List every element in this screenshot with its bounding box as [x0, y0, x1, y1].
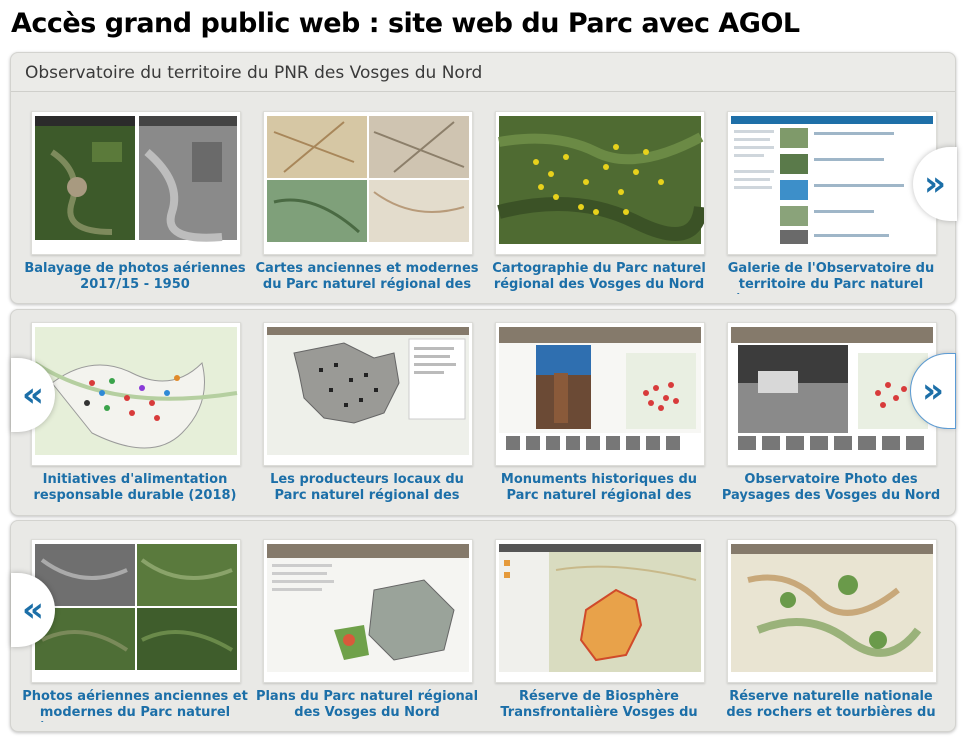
old-maps-image	[264, 112, 472, 254]
biosphere-map-image	[496, 540, 704, 682]
card-thumbnail[interactable]	[727, 539, 937, 683]
card-thumbnail[interactable]	[263, 111, 473, 255]
card-title[interactable]: Monuments historiques du Parc naturel ré…	[485, 472, 713, 505]
story-gallery-app: Observatoire du territoire du PNR des Vo…	[10, 52, 957, 304]
card-thumbnail[interactable]	[727, 322, 937, 466]
gallery-row: Photos aériennes anciennes et modernes d…	[10, 520, 956, 732]
app-header-title: Observatoire du territoire du PNR des Vo…	[25, 63, 483, 83]
card-thumbnail[interactable]	[263, 539, 473, 683]
monuments-map-image	[496, 323, 704, 465]
card-thumbnail[interactable]	[31, 539, 241, 683]
nature-reserve-map-image	[728, 540, 936, 682]
card-title[interactable]: Réserve naturelle nationale des rochers …	[717, 689, 945, 722]
app-header: Observatoire du territoire du PNR des Vo…	[11, 53, 955, 92]
card-title[interactable]: Cartographie du Parc naturel régional de…	[485, 261, 713, 294]
card-thumbnail[interactable]	[495, 111, 705, 255]
aerial-photo-compare-image	[32, 112, 240, 254]
park-plans-image	[264, 540, 472, 682]
card-title[interactable]: Initiatives d'alimentation responsable d…	[21, 472, 249, 505]
card-thumbnail[interactable]	[263, 322, 473, 466]
gallery-row: Initiatives d'alimentation responsable d…	[10, 309, 956, 516]
card-title[interactable]: Galerie de l'Observatoire du territoire …	[717, 261, 945, 294]
card-title[interactable]: Plans du Parc naturel régional des Vosge…	[253, 689, 481, 722]
card-title[interactable]: Photos aériennes anciennes et modernes d…	[21, 689, 249, 722]
producers-map-image	[264, 323, 472, 465]
card-title[interactable]: Observatoire Photo des Paysages des Vosg…	[717, 472, 945, 505]
photo-observatory-image	[728, 323, 936, 465]
aerial-grid-image	[32, 540, 240, 682]
gallery-page-image	[728, 112, 936, 254]
card-title[interactable]: Les producteurs locaux du Parc naturel r…	[253, 472, 481, 505]
card-thumbnail[interactable]	[495, 322, 705, 466]
card-title[interactable]: Balayage de photos aériennes 2017/15 - 1…	[21, 261, 249, 294]
card-thumbnail[interactable]	[31, 111, 241, 255]
card-thumbnail[interactable]	[727, 111, 937, 255]
pins-map-image	[32, 323, 240, 465]
page-title: Accès grand public web : site web du Par…	[11, 8, 800, 39]
card-title[interactable]: Cartes anciennes et modernes du Parc nat…	[253, 261, 481, 294]
card-thumbnail[interactable]	[495, 539, 705, 683]
card-title[interactable]: Réserve de Biosphère Transfrontalière Vo…	[485, 689, 713, 722]
points-map-image	[496, 112, 704, 254]
card-thumbnail[interactable]	[31, 322, 241, 466]
